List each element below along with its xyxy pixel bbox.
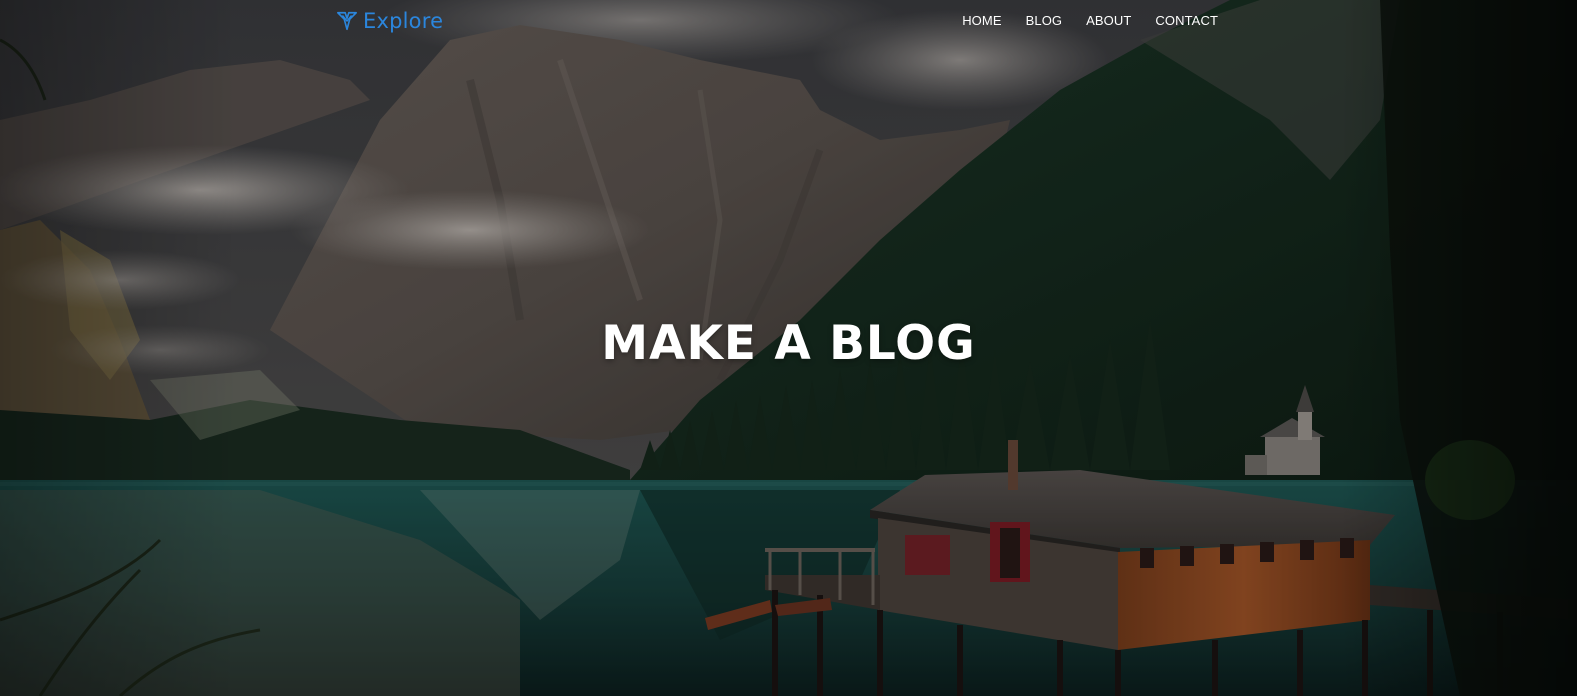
top-navbar: Explore HOME BLOG ABOUT CONTACT — [0, 0, 1577, 42]
hero-section: Explore HOME BLOG ABOUT CONTACT MAKE A B… — [0, 0, 1577, 696]
nav-link-about[interactable]: ABOUT — [1086, 13, 1131, 28]
brand-logo-link[interactable]: Explore — [336, 7, 443, 35]
nav-menu: HOME BLOG ABOUT CONTACT — [962, 12, 1218, 30]
nav-link-home[interactable]: HOME — [962, 13, 1001, 28]
nav-item-blog: BLOG — [1026, 12, 1063, 30]
nav-item-about: ABOUT — [1086, 12, 1131, 30]
nav-link-blog[interactable]: BLOG — [1026, 13, 1063, 28]
brand-logo-icon — [337, 11, 357, 31]
brand-name: Explore — [363, 9, 444, 33]
nav-item-home: HOME — [962, 12, 1001, 30]
hero-title: MAKE A BLOG — [601, 316, 976, 371]
nav-link-contact[interactable]: CONTACT — [1155, 13, 1218, 28]
nav-item-contact: CONTACT — [1155, 12, 1218, 30]
